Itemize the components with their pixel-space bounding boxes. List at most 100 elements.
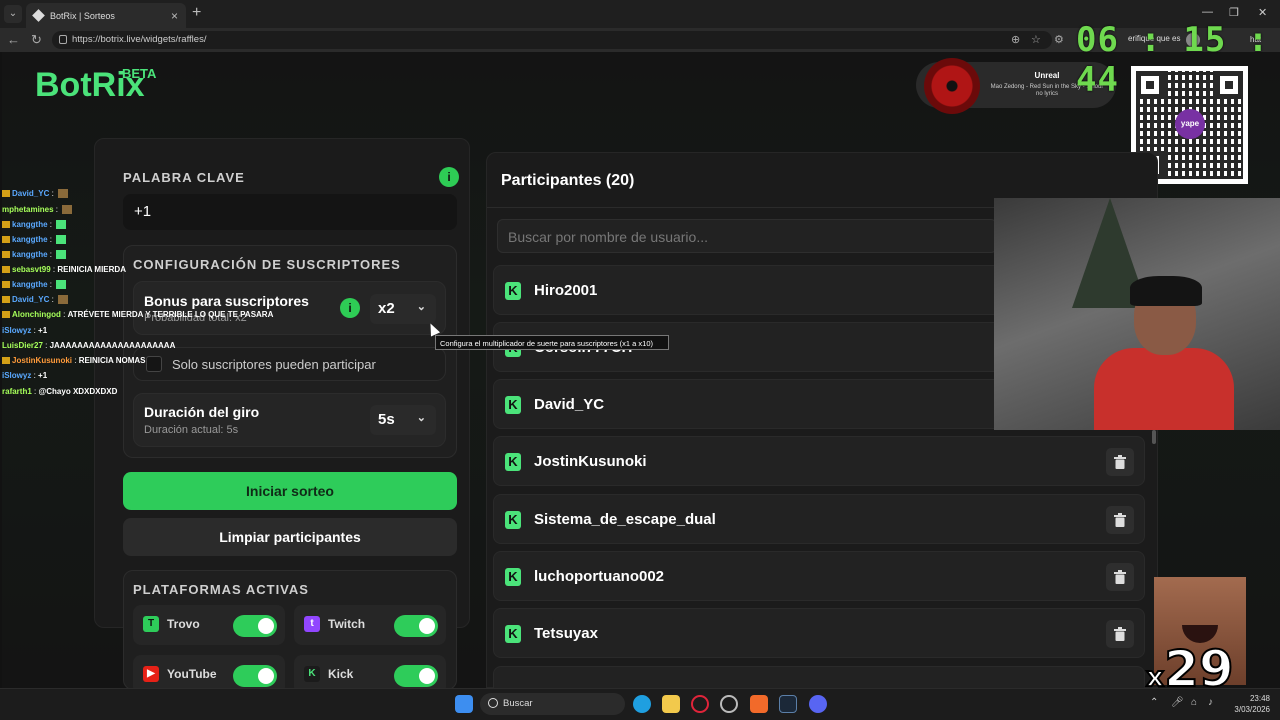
minimize-button[interactable]: — <box>1202 6 1213 18</box>
streamer-hair <box>1130 276 1202 306</box>
kick-icon: K <box>505 282 521 300</box>
scrollbar[interactable] <box>1152 430 1156 444</box>
taskbar-clock[interactable]: 23:48 3/03/2026 <box>1224 693 1270 715</box>
kick-toggle[interactable] <box>394 665 438 687</box>
info-icon[interactable]: i <box>439 167 459 187</box>
keyword-title: PALABRA CLAVE <box>123 170 245 185</box>
delete-participant-button[interactable] <box>1106 448 1134 476</box>
participant-search-input[interactable]: Buscar por nombre de usuario... <box>497 219 997 253</box>
obs-icon[interactable] <box>720 695 738 713</box>
sub-badge-icon <box>2 296 10 304</box>
chat-line: sebasvt99 : REINICIA MIERDA <box>2 265 126 274</box>
close-window-button[interactable]: ✕ <box>1258 6 1267 19</box>
subs-only-checkbox[interactable] <box>146 356 162 372</box>
bonus-label: Bonus para suscriptores <box>144 293 309 309</box>
zoom-icon[interactable]: ⊕ <box>1011 33 1020 46</box>
trash-icon <box>1114 570 1126 584</box>
delete-participant-button[interactable] <box>1106 620 1134 648</box>
subscriber-config-title: CONFIGURACIÓN DE SUSCRIPTORES <box>133 257 401 272</box>
beta-badge: BETA <box>122 66 157 81</box>
chat-line: David_YC : <box>2 189 69 199</box>
participant-row <box>493 666 1145 688</box>
trash-icon <box>1114 513 1126 527</box>
platforms-title: PLATAFORMAS ACTIVAS <box>133 582 309 597</box>
platform-name: Twitch <box>328 617 366 631</box>
youtube-toggle[interactable] <box>233 665 277 687</box>
sub-badge-icon <box>2 221 10 229</box>
emote-icon <box>56 250 67 260</box>
delete-participant-button[interactable] <box>1106 506 1134 534</box>
subs-only-label: Solo suscriptores pueden participar <box>172 357 376 372</box>
duration-sub: Duración actual: 5s <box>144 424 239 436</box>
file-explorer-icon[interactable] <box>662 695 680 713</box>
bonus-info-icon[interactable]: i <box>340 298 360 318</box>
bonus-multiplier-value: x2 <box>378 300 395 317</box>
duration-value: 5s <box>378 411 395 428</box>
participants-title: Participantes (20) <box>501 172 635 189</box>
kick-icon: K <box>505 453 521 471</box>
tray-chevron-icon[interactable]: ⌃ <box>1150 697 1158 708</box>
chat-line: kanggthe : <box>2 250 67 260</box>
streamer-body <box>1094 348 1234 430</box>
keyword-input[interactable]: +1 <box>123 194 457 230</box>
platform-twitch: t Twitch <box>294 605 446 645</box>
platform-name: Kick <box>328 667 354 681</box>
platform-trovo: T Trovo <box>133 605 285 645</box>
browser-tab[interactable]: BotRix | Sorteos × <box>26 3 186 28</box>
edge-icon[interactable] <box>633 695 651 713</box>
chat-line: kanggthe : <box>2 220 67 230</box>
kick-icon: K <box>505 568 521 586</box>
sub-badge-icon <box>2 311 10 319</box>
trash-icon <box>1114 627 1126 641</box>
clock-time: 23:48 <box>1249 694 1270 703</box>
youtube-icon: ▶ <box>143 666 159 682</box>
bonus-multiplier-select[interactable]: x2 ⌄ <box>370 294 436 324</box>
twitch-toggle[interactable] <box>394 615 438 637</box>
delete-participant-button[interactable] <box>1106 563 1134 591</box>
favorite-star-icon[interactable]: ☆ <box>1031 33 1041 46</box>
chat-line: Alonchingod : ATRÉVETE MIERDA Y TERRIBLE… <box>2 310 273 319</box>
sub-badge-icon <box>2 190 10 198</box>
url-text: https://botrix.live/widgets/raffles/ <box>72 34 207 45</box>
chat-line: rafarth1 : @Chayo XDXDXDXD <box>2 387 118 396</box>
new-tab-button[interactable]: + <box>192 4 201 22</box>
steam-icon[interactable] <box>779 695 797 713</box>
chat-line: kanggthe : <box>2 235 67 245</box>
taskbar-search[interactable]: Buscar <box>480 693 625 715</box>
opera-icon[interactable] <box>691 695 709 713</box>
participant-row: K JostinKusunoki <box>493 436 1145 486</box>
stream-timer: 06 : 15 : 44 <box>1076 20 1270 100</box>
back-button[interactable]: ← <box>7 32 20 47</box>
extensions-icon[interactable]: ⚙ <box>1054 33 1064 46</box>
maximize-button[interactable]: ❐ <box>1229 6 1239 19</box>
kick-icon: K <box>505 511 521 529</box>
chat-line: iSlowyz : +1 <box>2 326 48 335</box>
volume-icon[interactable]: ♪ <box>1208 697 1213 708</box>
start-raffle-button[interactable]: Iniciar sorteo <box>123 472 457 510</box>
multiplier-tooltip: Configura el multiplicador de suerte par… <box>435 335 669 350</box>
address-bar[interactable]: https://botrix.live/widgets/raffles/ <box>52 31 1052 49</box>
brave-icon[interactable] <box>750 695 768 713</box>
emote-icon <box>58 295 69 305</box>
trovo-toggle[interactable] <box>233 615 277 637</box>
network-icon[interactable]: ⌂ <box>1191 697 1197 708</box>
participant-name: Tetsuyax <box>534 625 598 642</box>
emote-icon <box>62 205 73 215</box>
site-info-icon[interactable] <box>59 35 67 44</box>
participant-row: K Tetsuyax <box>493 608 1145 658</box>
close-tab-icon[interactable]: × <box>171 9 178 23</box>
sub-badge-icon <box>2 236 10 244</box>
sub-badge-icon <box>2 266 10 274</box>
sub-badge-icon <box>2 251 10 259</box>
reload-button[interactable]: ↻ <box>31 32 42 48</box>
clear-participants-button[interactable]: Limpiar participantes <box>123 518 457 556</box>
windows-start-icon[interactable] <box>455 695 473 713</box>
trovo-icon: T <box>143 616 159 632</box>
platform-name: YouTube <box>167 667 217 681</box>
tab-list-button[interactable]: ⌄ <box>4 5 22 23</box>
discord-icon[interactable] <box>809 695 827 713</box>
kick-icon: K <box>505 625 521 643</box>
webcam-overlay <box>994 198 1280 430</box>
duration-select[interactable]: 5s ⌄ <box>370 405 436 435</box>
microphone-icon[interactable]: 🎤︎ <box>1171 697 1184 708</box>
